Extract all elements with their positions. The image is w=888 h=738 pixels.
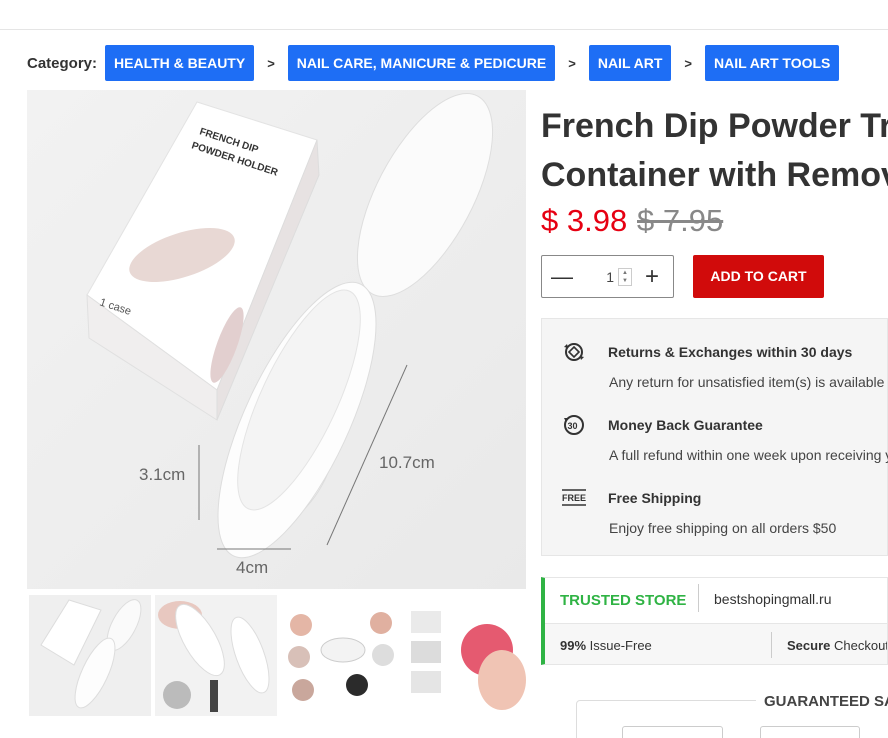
plus-icon[interactable]: + xyxy=(632,263,672,291)
trusted-stats-row: 99% Issue-Free Secure Checkout xyxy=(545,623,888,664)
svg-text:FREE: FREE xyxy=(562,493,586,503)
quantity-input[interactable]: 1 xyxy=(582,264,614,290)
breadcrumb-separator: > xyxy=(568,55,576,71)
breadcrumb-nail-care[interactable]: NAIL CARE, MANICURE & PEDICURE xyxy=(287,45,556,81)
product-title: French Dip Powder Tra Container with Rem… xyxy=(541,102,888,200)
feature-title: Money Back Guarantee xyxy=(608,417,763,433)
thumbnail-product-view xyxy=(29,595,151,716)
store-policies-panel: Returns & Exchanges within 30 days Any r… xyxy=(541,318,888,556)
feature-title: Free Shipping xyxy=(608,490,702,506)
breadcrumb-nail-art[interactable]: NAIL ART xyxy=(588,45,672,81)
breadcrumb-health-beauty[interactable]: HEALTH & BEAUTY xyxy=(105,45,255,81)
powder-holder-illustration: FRENCH DIP POWDER HOLDER 1 case 3.1cm 10… xyxy=(27,90,526,589)
svg-text:30: 30 xyxy=(568,421,578,431)
secure-checkout-stat: Secure Checkout xyxy=(787,638,888,653)
feature-description: A full refund within one week upon recei… xyxy=(609,447,888,463)
svg-text:10.7cm: 10.7cm xyxy=(379,453,435,472)
free-shipping-icon: FREE xyxy=(561,487,587,509)
original-price: $ 7.95 xyxy=(637,203,724,238)
thumbnail-3[interactable] xyxy=(281,595,403,716)
breadcrumb-separator: > xyxy=(267,55,275,71)
thumbnail-1[interactable] xyxy=(29,595,151,716)
store-domain: bestshopingmall.ru xyxy=(714,591,832,607)
exchange-icon xyxy=(561,341,587,363)
add-to-cart-button[interactable]: ADD TO CART xyxy=(693,255,824,298)
thumbnail-4[interactable] xyxy=(407,595,529,716)
category-label: Category: xyxy=(27,54,98,72)
svg-text:4cm: 4cm xyxy=(236,558,268,577)
header-divider xyxy=(0,29,888,30)
breadcrumb-separator: > xyxy=(684,55,692,71)
visa-logo xyxy=(760,726,860,738)
thumbnail-instructions xyxy=(281,595,403,716)
breadcrumb: Category: HEALTH & BEAUTY > NAIL CARE, M… xyxy=(27,45,840,81)
thumbnail-strip xyxy=(29,595,533,716)
spinner-arrows-icon[interactable]: ▲ ▼ xyxy=(618,267,632,286)
30-days-icon: 30 xyxy=(561,414,587,436)
thumbnail-manicure-result xyxy=(407,595,529,716)
feature-description: Enjoy free shipping on all orders $50 xyxy=(609,520,837,536)
quantity-stepper: — 1 ▲ ▼ + xyxy=(541,255,674,298)
sale-price: $ 3.98 xyxy=(541,203,628,238)
guaranteed-title: GUARANTEED SA xyxy=(756,693,888,710)
trusted-store-badge: TRUSTED STORE bestshopingmall.ru 99% Iss… xyxy=(541,577,888,665)
product-title-line-2: Container with Remov xyxy=(541,156,888,194)
trusted-store-label: TRUSTED STORE xyxy=(560,592,687,609)
divider xyxy=(771,632,772,658)
product-title-line-1: French Dip Powder Tra xyxy=(541,107,888,145)
feature-description: Any return for unsatisfied item(s) is av… xyxy=(609,374,888,390)
feature-title: Returns & Exchanges within 30 days xyxy=(608,344,853,360)
minus-icon[interactable]: — xyxy=(542,264,582,290)
thumbnail-2[interactable] xyxy=(155,595,277,716)
paypal-logo xyxy=(622,726,723,738)
breadcrumb-nail-art-tools[interactable]: NAIL ART TOOLS xyxy=(704,45,840,81)
issue-free-stat: 99% Issue-Free xyxy=(560,638,652,653)
main-product-image[interactable]: FRENCH DIP POWDER HOLDER 1 case 3.1cm 10… xyxy=(27,90,526,589)
thumbnail-hand-use xyxy=(155,595,277,716)
svg-text:3.1cm: 3.1cm xyxy=(139,465,185,484)
divider xyxy=(698,584,699,612)
